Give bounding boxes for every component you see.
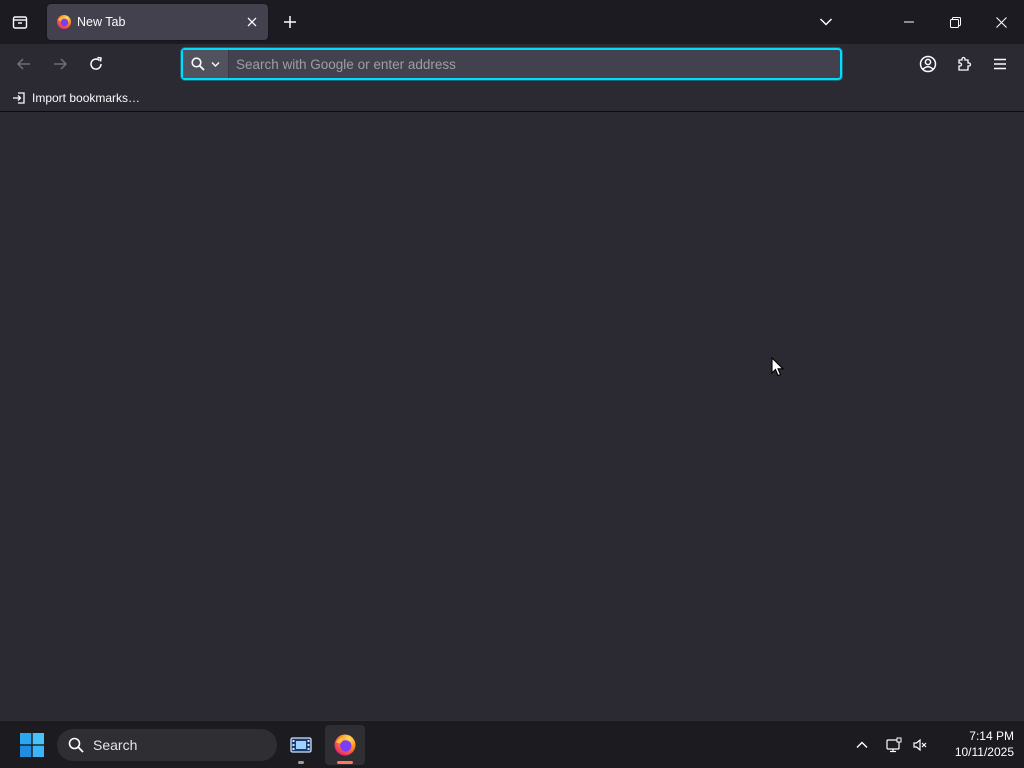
address-bar[interactable] [180, 47, 843, 81]
firefox-view-button[interactable] [4, 6, 36, 38]
show-hidden-icons-button[interactable] [848, 729, 876, 761]
search-engine-selector[interactable] [183, 50, 229, 78]
new-tab-button[interactable] [274, 6, 306, 38]
chevron-down-icon [211, 61, 220, 67]
tab-new-tab[interactable]: New Tab [47, 4, 268, 40]
back-button[interactable] [8, 48, 40, 80]
windows-logo-icon [20, 733, 44, 757]
firefox-view-icon [12, 16, 28, 29]
app-running-indicator [298, 761, 304, 764]
firefox-icon [334, 734, 356, 756]
list-all-tabs-button[interactable] [810, 6, 842, 38]
tab-title: New Tab [77, 15, 126, 29]
bookmarks-toolbar: Import bookmarks… [0, 84, 1024, 112]
hamburger-menu-icon [994, 58, 1006, 70]
import-bookmarks-button[interactable]: Import bookmarks… [8, 88, 144, 108]
account-button[interactable] [912, 48, 944, 80]
volume-button[interactable] [906, 729, 934, 761]
browser-titlebar: New Tab [0, 0, 1024, 44]
import-icon [13, 92, 25, 104]
reload-button[interactable] [80, 48, 112, 80]
film-strip-icon [290, 737, 312, 753]
restore-icon [949, 16, 961, 28]
plus-icon [284, 16, 296, 28]
close-icon [247, 17, 257, 27]
minimize-icon [904, 21, 914, 23]
close-window-button[interactable] [978, 0, 1024, 44]
account-icon [919, 55, 937, 73]
arrow-right-icon [54, 58, 68, 70]
firefox-icon [57, 15, 71, 29]
app-active-indicator [337, 761, 353, 764]
search-icon [68, 737, 84, 753]
clock-date: 10/11/2025 [954, 745, 1014, 759]
search-icon [191, 57, 205, 71]
address-input[interactable] [229, 50, 840, 78]
windows-taskbar: Search 7:14 PM 10/11/2025 [0, 720, 1024, 768]
import-bookmarks-label: Import bookmarks… [32, 91, 141, 105]
app-menu-button[interactable] [984, 48, 1016, 80]
clock-time: 7:14 PM [969, 729, 1014, 743]
network-icon [886, 737, 902, 753]
close-tab-button[interactable] [242, 12, 262, 32]
taskbar-app-film[interactable] [281, 725, 321, 765]
puzzle-piece-icon [958, 56, 972, 71]
page-content[interactable] [0, 113, 1024, 720]
reload-icon [90, 56, 102, 70]
close-icon [995, 16, 1007, 28]
taskbar-app-firefox[interactable] [325, 725, 365, 765]
navigation-toolbar [0, 44, 1024, 84]
forward-button[interactable] [44, 48, 76, 80]
arrow-left-icon [16, 58, 30, 70]
network-status-button[interactable] [880, 729, 908, 761]
taskbar-search-label: Search [93, 737, 138, 753]
minimize-button[interactable] [886, 0, 932, 44]
restore-button[interactable] [932, 0, 978, 44]
extensions-button[interactable] [948, 48, 980, 80]
speaker-muted-icon [913, 738, 927, 752]
taskbar-search-box[interactable]: Search [57, 729, 277, 761]
chevron-up-icon [856, 741, 868, 748]
chevron-down-icon [819, 18, 833, 26]
mouse-pointer-icon [771, 357, 785, 377]
system-clock[interactable]: 7:14 PM 10/11/2025 [934, 728, 1014, 760]
start-button[interactable] [12, 725, 52, 765]
